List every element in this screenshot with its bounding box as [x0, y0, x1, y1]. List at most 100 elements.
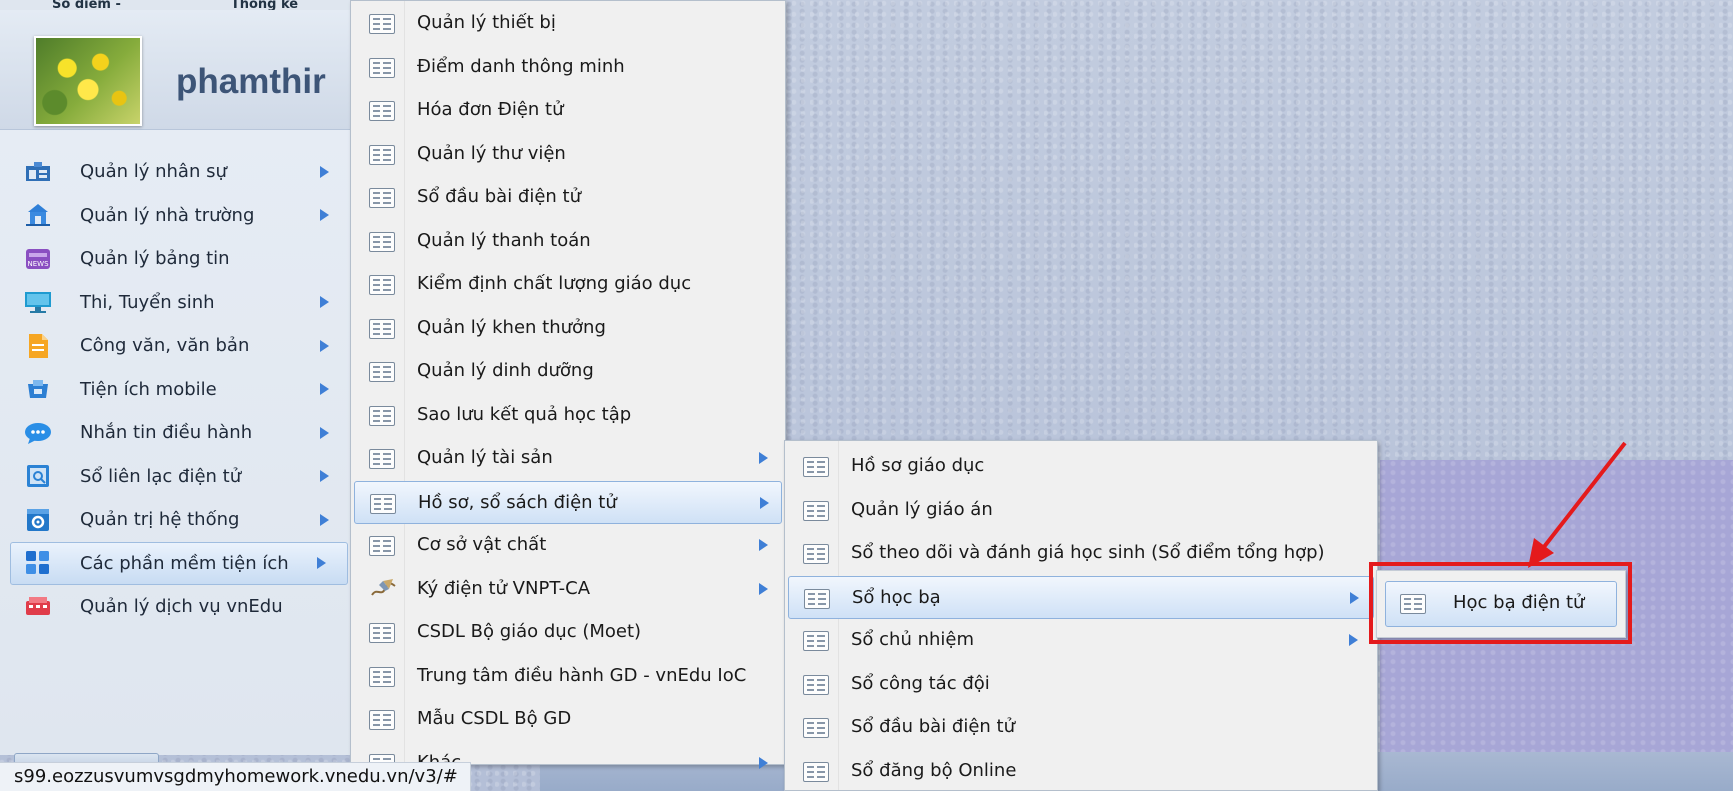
menu-item-label: Tiện ích mobile	[80, 378, 217, 400]
submenu-item-label: Quản lý dinh dưỡng	[417, 360, 594, 381]
submenu-item-so-cong-tac-doi[interactable]: Sổ công tác đội	[785, 663, 1377, 707]
menu-item-label: Quản lý bảng tin	[80, 248, 230, 270]
list-item-icon	[803, 761, 829, 782]
submenu-item-diem-danh-thong-minh[interactable]: Điểm danh thông minh	[351, 46, 785, 90]
submenu-item-sao-luu-ket-qua-hoc-tap[interactable]: Sao lưu kết quả học tập	[351, 394, 785, 438]
submenu-item-ho-so-so-sach-dien-tu[interactable]: Hồ sơ, sổ sách điện tử	[354, 480, 782, 524]
submenu-item-so-theo-doi-va-danh-gia-hoc-sinh-so-diem-tong-hop[interactable]: Sổ theo dõi và đánh giá học sinh (Sổ điể…	[785, 532, 1377, 576]
list-item-icon	[369, 536, 395, 556]
list-item-icon	[369, 666, 395, 687]
signature-pen-icon	[371, 578, 396, 596]
submenu-arrow-icon	[320, 383, 329, 396]
user-avatar[interactable]	[34, 36, 142, 126]
submenu-item-quan-ly-dinh-duong[interactable]: Quản lý dinh dưỡng	[351, 350, 785, 394]
list-item-icon	[369, 14, 395, 34]
list-item-icon	[369, 318, 395, 339]
menu-item-label: Công văn, văn bản	[80, 335, 250, 357]
submenu-item-label: Quản lý khen thưởng	[417, 316, 606, 338]
submenu-item-quan-ly-thu-vien[interactable]: Quản lý thư viện	[351, 133, 785, 177]
submenu-item-label: Quản lý thiết bị	[417, 12, 556, 33]
list-item-icon	[369, 231, 395, 252]
submenu-item-label: Hóa đơn Điện tử	[417, 99, 564, 120]
list-item-icon	[369, 275, 395, 295]
school-icon	[24, 203, 52, 227]
submenu-item-trung-tam-dieu-hanh-gd-vnedu-ioc[interactable]: Trung tâm điều hành GD - vnEdu IoC	[351, 655, 785, 699]
menu-item-utility-software[interactable]: Các phần mềm tiện ích	[10, 541, 348, 585]
submenu-item-label: Sao lưu kết quả học tập	[417, 403, 632, 425]
submenu-item-so-hoc-ba[interactable]: Sổ học bạ	[788, 575, 1374, 619]
menu-item-official-documents[interactable]: Công văn, văn bản	[0, 324, 352, 368]
submenu-arrow-icon	[759, 582, 768, 595]
submenu-item-ky-dien-tu-vnpt-ca[interactable]: Ký điện tử VNPT-CA	[351, 568, 785, 612]
menu-item-messaging[interactable]: Nhắn tin điều hành	[0, 411, 352, 455]
submenu-item-mau-csdl-bo-gd[interactable]: Mẫu CSDL Bộ GD	[351, 698, 785, 742]
submenu-item-label: Ký điện tử VNPT-CA	[417, 577, 591, 599]
submenu-item-quan-ly-khen-thuong[interactable]: Quản lý khen thưởng	[351, 307, 785, 351]
list-item-icon	[369, 362, 395, 382]
submenu-item-ho-so-giao-duc[interactable]: Hồ sơ giáo dục	[785, 445, 1377, 489]
submenu-arrow-icon	[759, 539, 768, 551]
menu-item-school-management[interactable]: Quản lý nhà trường	[0, 194, 352, 238]
top-strip-left-text: Sổ điểm -	[52, 0, 121, 10]
menu-item-label: Các phần mềm tiện ích	[80, 552, 289, 574]
list-item-icon	[369, 57, 395, 78]
submenu-arrow-icon	[1349, 634, 1358, 646]
submenu-arrow-icon	[320, 470, 329, 483]
mobile-icon	[24, 377, 52, 401]
news-icon: NEWS	[24, 247, 52, 271]
submenu-arrow-icon	[1350, 591, 1359, 604]
submenu-item-label: Kiểm định chất lượng giáo dục	[417, 273, 692, 294]
submenu-arrow-icon	[759, 452, 768, 464]
submenu-item-csdl-bo-giao-duc-moet[interactable]: CSDL Bộ giáo dục (Moet)	[351, 611, 785, 655]
menu-item-mobile-utilities[interactable]: Tiện ích mobile	[0, 368, 352, 412]
submenu-item-label: Mẫu CSDL Bộ GD	[417, 708, 572, 729]
submenu-arrow-icon	[317, 557, 326, 570]
main-menu: Quản lý nhân sự Quản lý nhà trường NEWS …	[0, 150, 352, 629]
submenu-item-hoa-don-dien-tu[interactable]: Hóa đơn Điện tử	[351, 89, 785, 133]
svg-text:NEWS: NEWS	[27, 260, 49, 268]
submenu-item-kiem-dinh-chat-luong-giao-duc[interactable]: Kiểm định chất lượng giáo dục	[351, 263, 785, 307]
menu-item-news-management[interactable]: NEWS Quản lý bảng tin	[0, 237, 352, 281]
list-item-icon	[803, 631, 829, 651]
submenu-item-so-dau-bai-dien-tu[interactable]: Sổ đầu bài điện tử	[785, 706, 1377, 750]
list-item-icon	[369, 144, 395, 165]
apps-grid-icon	[24, 551, 52, 575]
submenu-arrow-icon	[320, 513, 329, 526]
menu-item-label: Sổ liên lạc điện tử	[80, 465, 242, 487]
submenu-item-so-dau-bai-dien-tu[interactable]: Sổ đầu bài điện tử	[351, 176, 785, 220]
submenu-item-so-chu-nhiem[interactable]: Sổ chủ nhiệm	[785, 619, 1377, 663]
chat-icon	[24, 421, 52, 445]
top-strip-right-text: Thống kê	[230, 0, 299, 10]
service-icon	[24, 595, 52, 619]
menu-item-label: Quản lý nhân sự	[80, 161, 227, 183]
submenu-item-label: Cơ sở vật chất	[417, 534, 547, 555]
submenu-item-label: Quản lý thanh toán	[417, 229, 591, 251]
list-item-icon	[369, 449, 395, 469]
submenu-item-so-dang-bo-online[interactable]: Sổ đăng bộ Online	[785, 750, 1377, 791]
submenu-item-quan-ly-thanh-toan[interactable]: Quản lý thanh toán	[351, 220, 785, 264]
start-menu-panel: phamthir Quản lý nhân sự Quản lý nhà trư…	[0, 10, 352, 773]
submenu-item-label: Hồ sơ giáo dục	[851, 455, 985, 476]
menu-item-exam-admission[interactable]: Thi, Tuyển sinh	[0, 281, 352, 325]
exam-icon	[24, 290, 52, 314]
submenu-arrow-icon	[760, 496, 769, 509]
menu-item-vnedu-services[interactable]: Quản lý dịch vụ vnEdu	[0, 585, 352, 629]
submenu-item-label: Trung tâm điều hành GD - vnEdu IoC	[417, 664, 747, 686]
submenu-item-co-so-vat-chat[interactable]: Cơ sở vật chất	[351, 524, 785, 568]
submenu-item-label: Sổ theo dõi và đánh giá học sinh (Sổ điể…	[851, 542, 1325, 563]
submenu-item-label: Quản lý tài sản	[417, 447, 553, 468]
list-item-icon	[369, 101, 395, 121]
submenu-item-quan-ly-thiet-bi[interactable]: Quản lý thiết bị	[351, 2, 785, 46]
submenu-item-label: Quản lý thư viện	[417, 142, 566, 164]
list-item-icon	[369, 405, 395, 426]
menu-item-label: Quản lý nhà trường	[80, 204, 255, 226]
contact-book-icon	[24, 464, 52, 488]
menu-item-system-admin[interactable]: Quản trị hệ thống	[0, 498, 352, 542]
submenu-item-quan-ly-giao-an[interactable]: Quản lý giáo án	[785, 489, 1377, 533]
list-item-icon	[803, 674, 829, 695]
menu-item-electronic-contact-book[interactable]: Sổ liên lạc điện tử	[0, 455, 352, 499]
submenu-arrow-icon	[759, 756, 768, 769]
submenu-item-quan-ly-tai-san[interactable]: Quản lý tài sản	[351, 437, 785, 481]
list-item-icon	[803, 544, 829, 564]
menu-item-staff-management[interactable]: Quản lý nhân sự	[0, 150, 352, 194]
